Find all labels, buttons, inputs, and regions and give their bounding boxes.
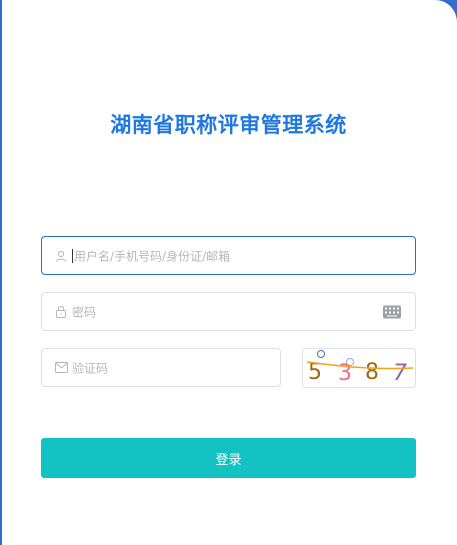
captcha-char-4: 7: [393, 361, 407, 386]
captcha-char-2: 3: [338, 361, 352, 386]
mail-icon: [54, 361, 68, 375]
password-placeholder: 密码: [72, 305, 97, 319]
captcha-char-3: 8: [365, 360, 379, 385]
user-icon: [54, 249, 68, 263]
keyboard-icon[interactable]: [383, 305, 401, 318]
captcha-image[interactable]: 5 3 8 7: [302, 348, 416, 388]
captcha-placeholder: 验证码: [72, 361, 109, 375]
page-title: 湖南省职称评审管理系统: [110, 113, 347, 137]
username-placeholder: 用户名/手机号码/身份证/邮箱: [74, 249, 231, 263]
username-input[interactable]: 用户名/手机号码/身份证/邮箱: [41, 236, 416, 275]
password-input[interactable]: 密码: [41, 292, 416, 331]
captcha-input[interactable]: 验证码: [41, 348, 281, 387]
text-caret: [72, 248, 73, 263]
lock-icon: [54, 305, 68, 319]
captcha-graphic: 5 3 8 7: [306, 350, 414, 386]
login-button[interactable]: 登录: [41, 438, 416, 478]
